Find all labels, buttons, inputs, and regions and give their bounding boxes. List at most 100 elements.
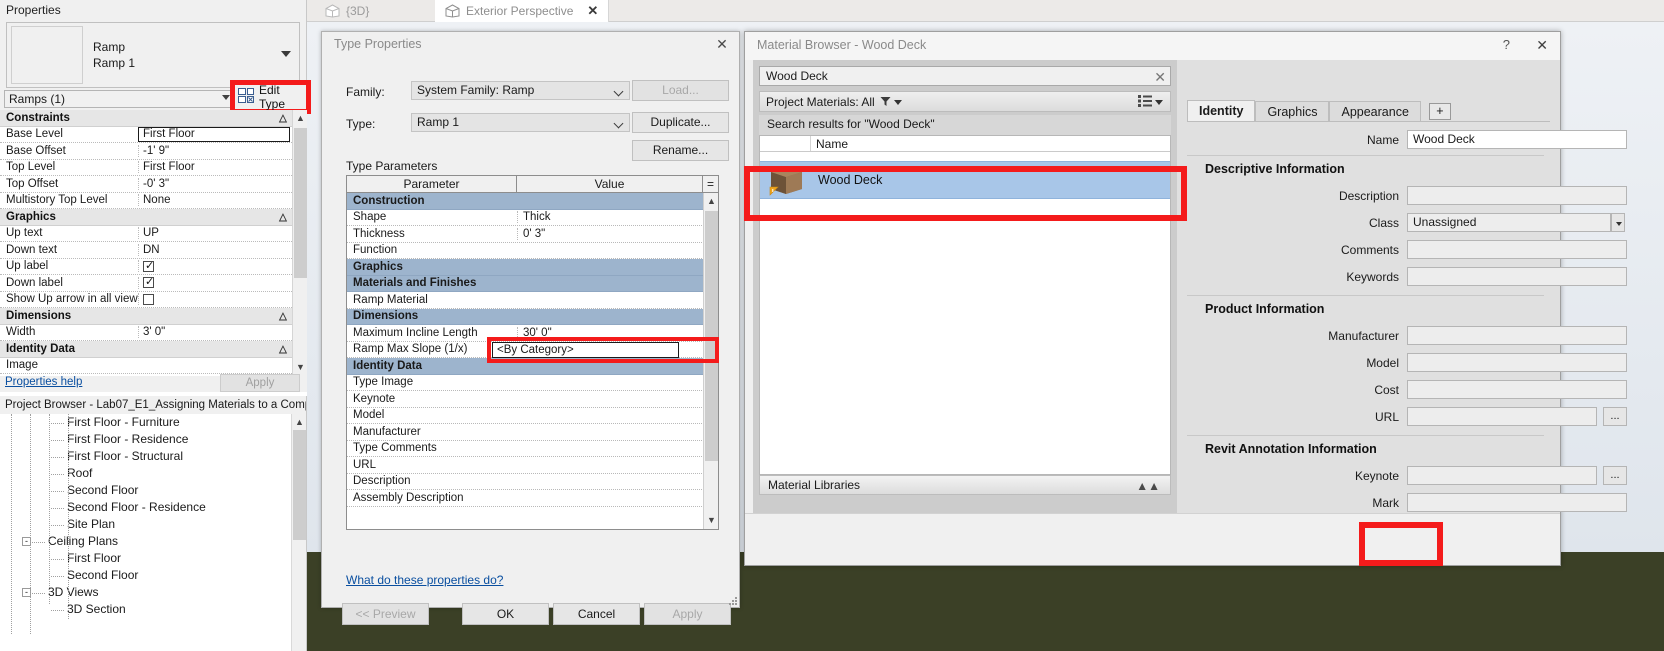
tree-item[interactable]: - Ceiling Plans xyxy=(0,533,292,550)
collapse-chevron-icon[interactable]: △ xyxy=(270,112,292,124)
type-parameter-row[interactable]: Description xyxy=(347,474,718,490)
property-value[interactable]: UP xyxy=(138,227,292,240)
tree-item[interactable]: First Floor - Furniture xyxy=(0,414,292,431)
tree-item[interactable]: Roof xyxy=(0,465,292,482)
property-value[interactable] xyxy=(138,293,292,306)
property-row[interactable]: Multistory Top Level None xyxy=(0,193,292,209)
field-input-class[interactable]: Unassigned xyxy=(1407,213,1611,232)
property-value[interactable]: 3' 0" xyxy=(138,326,292,339)
property-checkbox[interactable] xyxy=(143,277,154,289)
help-icon[interactable]: ? xyxy=(1503,37,1510,52)
collapse-chevron-icon[interactable]: △ xyxy=(270,310,292,322)
scrollbar-thumb[interactable] xyxy=(705,211,718,461)
add-tab-button[interactable]: + xyxy=(1428,103,1451,120)
property-row[interactable]: Down label xyxy=(0,275,292,292)
type-parameter-group-header[interactable]: Graphics△ xyxy=(347,259,718,276)
property-row[interactable]: Top Level First Floor xyxy=(0,160,292,176)
field-input-mark[interactable] xyxy=(1407,493,1627,512)
type-parameter-row[interactable]: Type Comments xyxy=(347,441,718,457)
property-row[interactable]: Up label xyxy=(0,259,292,275)
type-parameter-row[interactable]: URL xyxy=(347,457,718,474)
type-parameter-row[interactable]: Shape Thick xyxy=(347,210,718,226)
field-input-keynote[interactable] xyxy=(1407,466,1597,485)
clear-icon[interactable]: ✕ xyxy=(1154,68,1166,86)
field-input-description[interactable] xyxy=(1407,186,1627,205)
tree-item[interactable]: 3D Section xyxy=(0,601,292,618)
material-libraries-header[interactable]: Material Libraries ▲▲ xyxy=(759,475,1171,495)
tree-item[interactable]: First Floor - Residence xyxy=(0,431,292,448)
property-row[interactable]: Show Up arrow in all views xyxy=(0,292,292,308)
scroll-up-icon[interactable]: ▲ xyxy=(292,414,307,430)
view-tab-exterior-perspective[interactable]: Exterior Perspective ✕ xyxy=(435,0,610,22)
rename-button[interactable]: Rename... xyxy=(632,140,729,161)
ok-button[interactable]: OK xyxy=(462,603,549,625)
type-parameter-row[interactable]: Model xyxy=(347,408,718,424)
type-parameter-row[interactable]: Manufacturer xyxy=(347,424,718,441)
scroll-up-icon[interactable]: ▲ xyxy=(293,110,308,127)
tree-item[interactable]: Site Plan xyxy=(0,516,292,533)
material-name-input[interactable]: Wood Deck xyxy=(1407,130,1627,149)
property-value[interactable]: -0' 3" xyxy=(138,177,292,190)
property-row[interactable]: Image xyxy=(0,358,292,374)
property-row[interactable]: Base Level First Floor xyxy=(0,126,292,143)
type-parameter-group-header[interactable]: Dimensions△ xyxy=(347,308,718,325)
property-value[interactable] xyxy=(138,260,292,273)
tree-item[interactable]: Second Floor - Residence xyxy=(0,499,292,516)
tree-item[interactable]: -3D Views xyxy=(0,584,292,601)
type-parameter-value[interactable]: Thick xyxy=(517,211,718,224)
property-value[interactable]: First Floor xyxy=(138,161,292,174)
property-checkbox[interactable] xyxy=(143,293,154,305)
properties-category-selector[interactable]: Ramps (1) xyxy=(4,90,234,108)
scroll-up-icon[interactable]: ▲ xyxy=(704,193,718,210)
type-parameter-row[interactable]: Assembly Description xyxy=(347,490,718,507)
scroll-down-icon[interactable]: ▼ xyxy=(704,512,718,529)
type-parameter-row[interactable]: Ramp Material xyxy=(347,292,718,309)
chevron-down-icon[interactable] xyxy=(1611,213,1625,232)
project-browser-scrollbar[interactable]: ▲ xyxy=(291,414,306,651)
material-filter-bar[interactable]: Project Materials: All xyxy=(759,91,1171,112)
type-parameter-row[interactable]: Function xyxy=(347,243,718,259)
field-input-model[interactable] xyxy=(1407,353,1627,372)
property-row[interactable]: Width 3' 0" xyxy=(0,325,292,341)
properties-grid-scrollbar[interactable]: ▲ ▼ xyxy=(292,110,307,376)
type-parameter-group-header[interactable]: Construction△ xyxy=(347,193,718,210)
field-input-cost[interactable] xyxy=(1407,380,1627,399)
chevron-down-icon[interactable] xyxy=(281,51,291,57)
ellipsis-button[interactable]: ... xyxy=(1603,407,1627,426)
type-parameter-row[interactable]: Type Image xyxy=(347,375,718,391)
tree-item[interactable]: Second Floor xyxy=(0,567,292,584)
list-view-icon[interactable] xyxy=(1138,95,1152,110)
type-properties-titlebar[interactable]: Type Properties ✕ xyxy=(322,32,739,58)
property-group-header[interactable]: Identity Data △ xyxy=(0,341,292,358)
tab-appearance[interactable]: Appearance xyxy=(1329,101,1421,122)
tree-item[interactable]: Second Floor xyxy=(0,482,292,499)
field-input-manufacturer[interactable] xyxy=(1407,326,1627,345)
property-value[interactable]: None xyxy=(138,194,292,207)
type-combobox[interactable]: Ramp 1 xyxy=(411,113,630,132)
scrollbar-thumb[interactable] xyxy=(294,128,307,278)
ellipsis-button[interactable]: ... xyxy=(1603,466,1627,485)
property-row[interactable]: Base Offset -1' 9" xyxy=(0,143,292,160)
property-value[interactable]: DN xyxy=(138,243,292,256)
property-row[interactable]: Top Offset -0' 3" xyxy=(0,176,292,193)
type-parameter-row[interactable]: Thickness 0' 3" xyxy=(347,226,718,243)
property-group-header[interactable]: Constraints △ xyxy=(0,110,292,127)
chevron-down-icon[interactable] xyxy=(894,100,902,105)
collapse-chevron-icon[interactable]: △ xyxy=(270,343,292,355)
tab-identity[interactable]: Identity xyxy=(1187,100,1256,122)
type-parameter-group-header[interactable]: Materials and Finishes△ xyxy=(347,275,718,292)
field-input-comments[interactable] xyxy=(1407,240,1627,259)
preview-button[interactable]: << Preview xyxy=(342,603,429,625)
resize-grip[interactable] xyxy=(729,597,737,605)
ramp-material-value-field[interactable]: <By Category> xyxy=(492,342,679,358)
type-parameter-row[interactable]: Keynote xyxy=(347,391,718,408)
property-checkbox[interactable] xyxy=(143,260,154,272)
property-value[interactable]: First Floor xyxy=(138,126,290,142)
edit-type-button[interactable]: Edit Type xyxy=(235,83,306,111)
close-icon[interactable]: ✕ xyxy=(1536,37,1548,54)
property-group-header[interactable]: Dimensions △ xyxy=(0,308,292,325)
chevron-up-icon[interactable]: ▲▲ xyxy=(1136,477,1160,496)
material-editor-tabs[interactable]: Identity Graphics Appearance + xyxy=(1187,100,1451,122)
family-combobox[interactable]: System Family: Ramp xyxy=(411,81,630,100)
project-browser-tree[interactable]: First Floor - Furniture First Floor - Res… xyxy=(0,414,292,651)
